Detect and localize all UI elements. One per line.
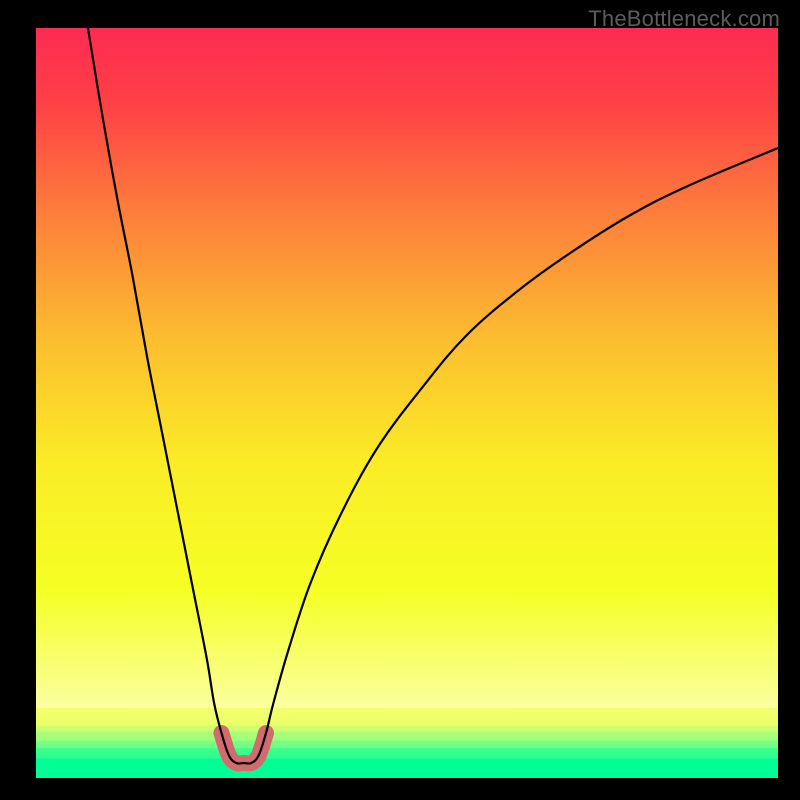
watermark-text: TheBottleneck.com xyxy=(588,6,780,32)
highlight-band xyxy=(222,733,267,764)
plot-area xyxy=(36,28,778,778)
bottleneck-curve xyxy=(88,28,778,764)
curve-layer xyxy=(36,28,778,778)
chart-frame: TheBottleneck.com xyxy=(0,0,800,800)
